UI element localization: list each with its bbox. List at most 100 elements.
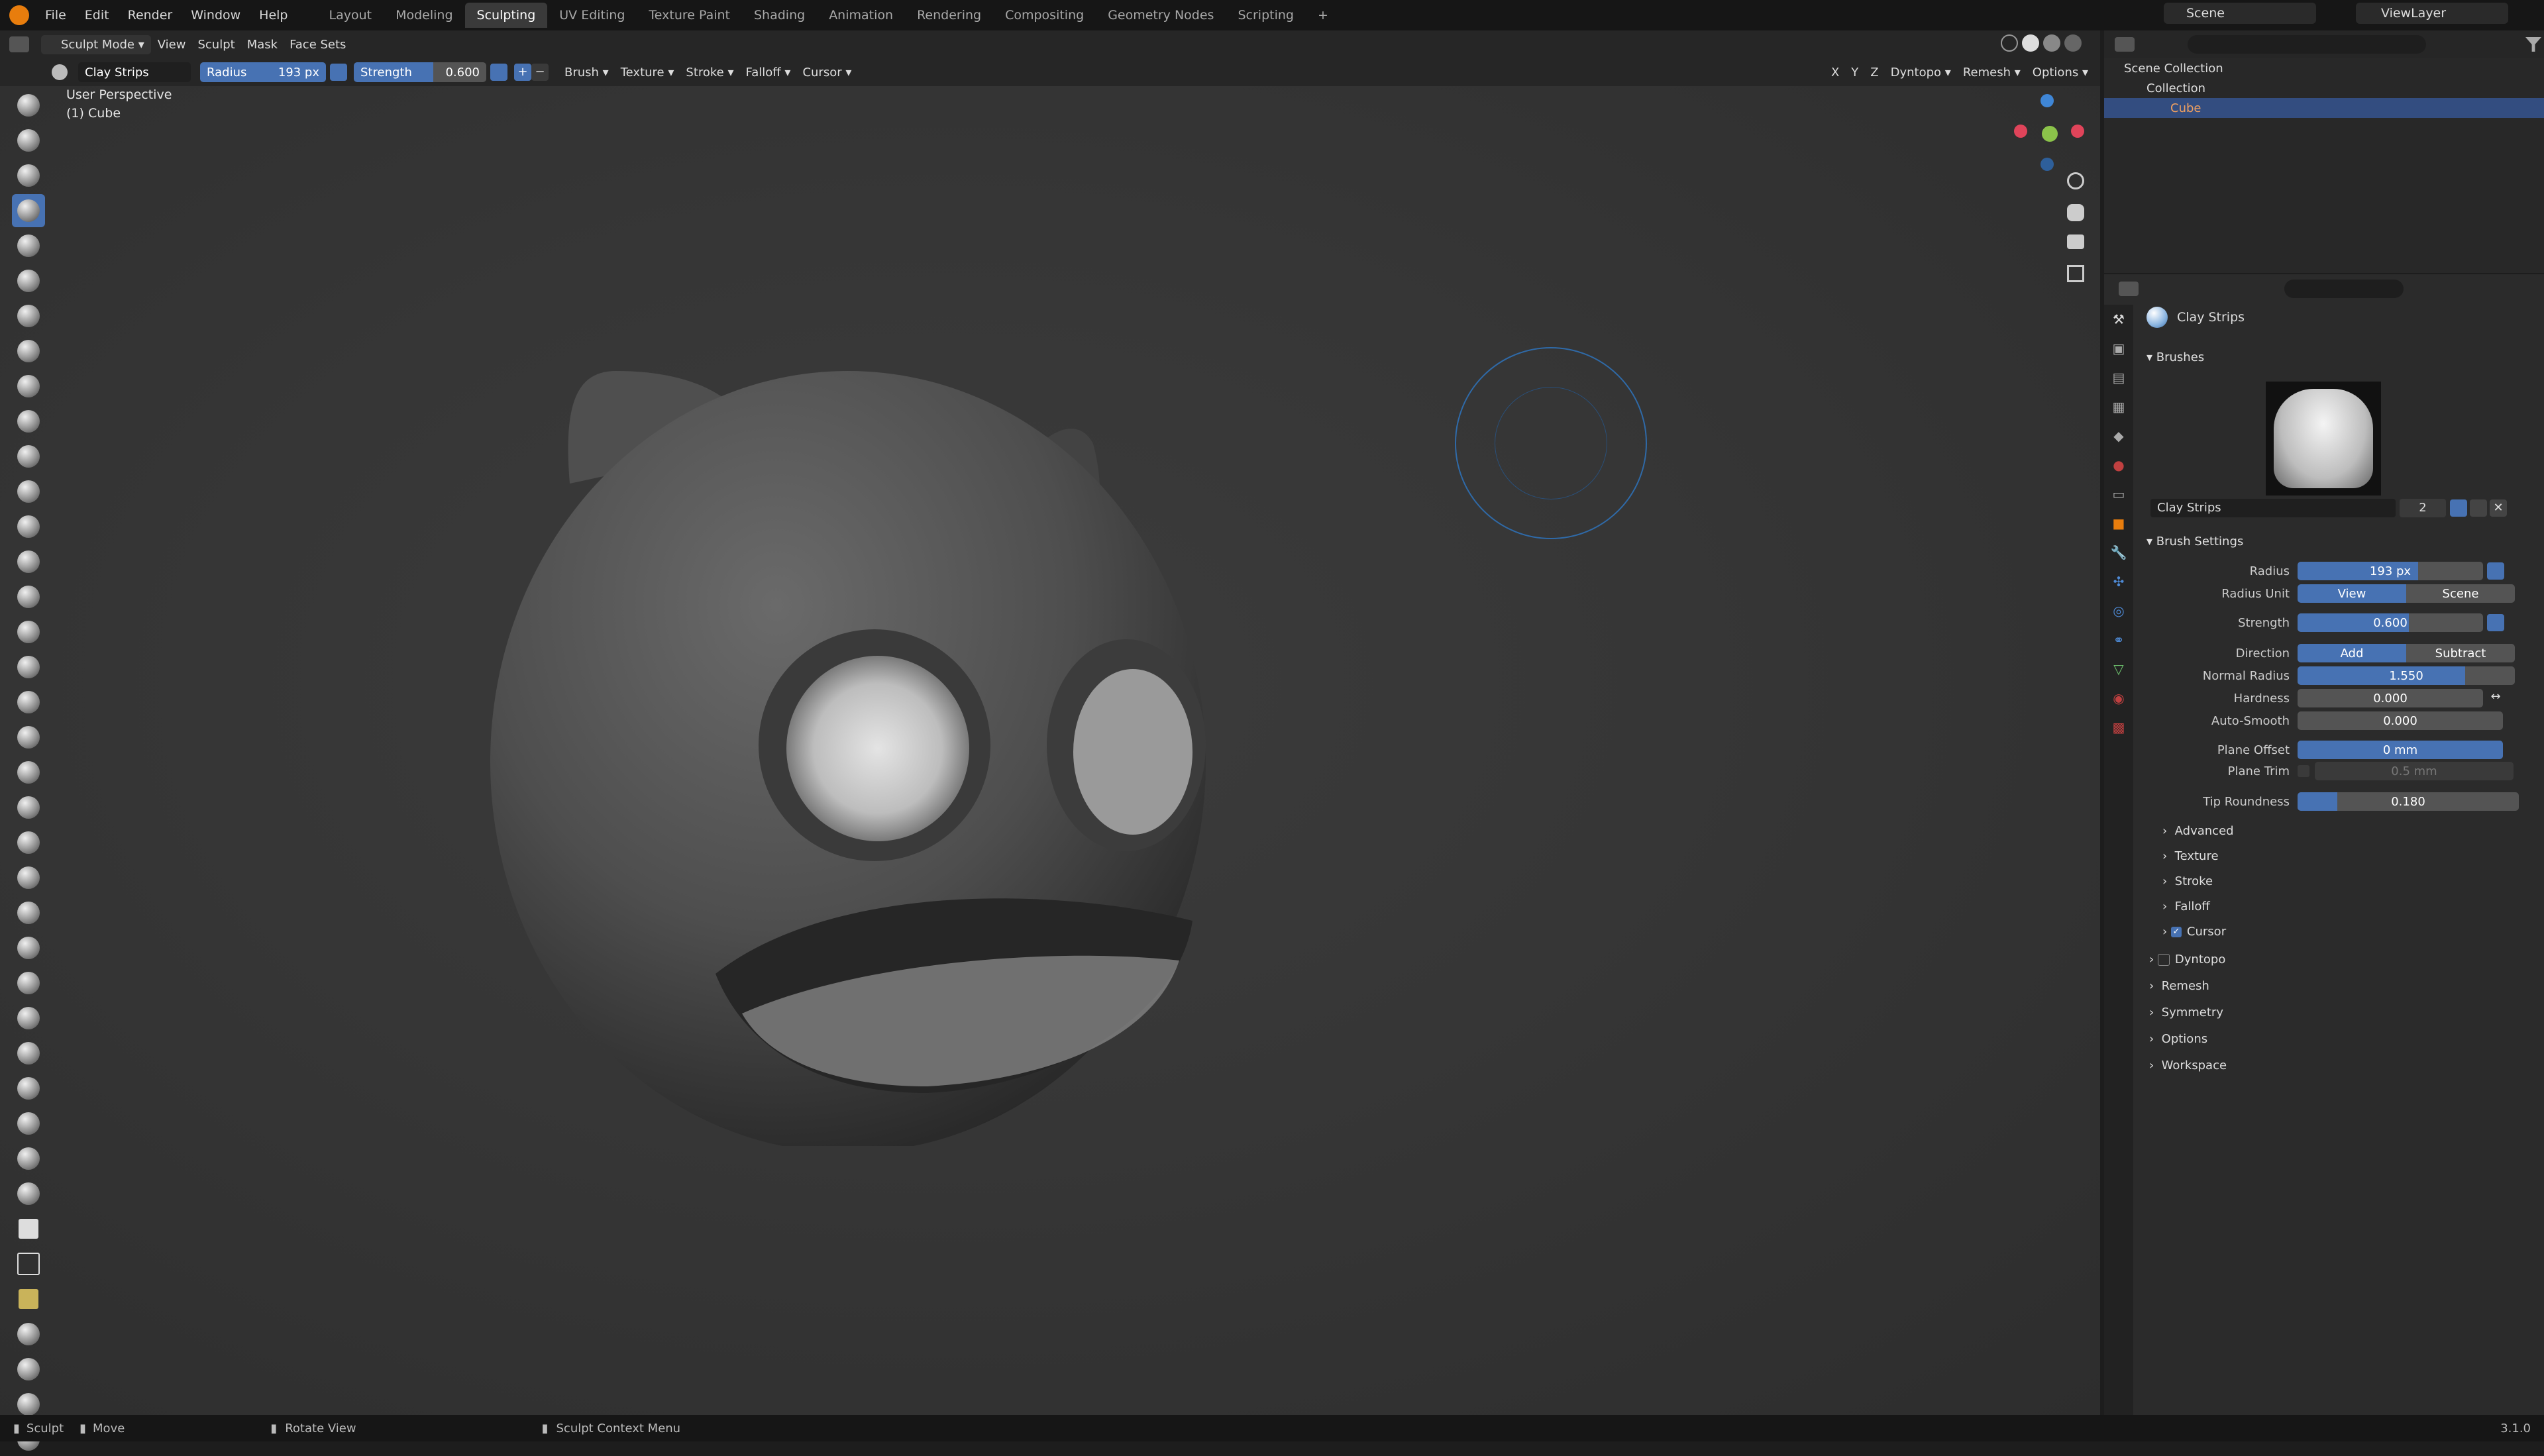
hardness-invert-icon[interactable]: ↔ bbox=[2487, 690, 2504, 707]
workspace-panel[interactable]: › Workspace bbox=[2149, 1059, 2227, 1072]
menu-file[interactable]: File bbox=[36, 8, 76, 23]
tab-sculpting[interactable]: Sculpting bbox=[464, 3, 548, 28]
menu-window[interactable]: Window bbox=[182, 8, 250, 23]
auto-smooth-slider[interactable]: 0.000 bbox=[2298, 711, 2503, 730]
gizmo-z-icon[interactable] bbox=[2040, 94, 2054, 107]
cloth-tool[interactable] bbox=[12, 931, 45, 964]
texture-tab-icon[interactable]: ▩ bbox=[2104, 713, 2133, 742]
radius-unit-scene-button[interactable]: Scene bbox=[2406, 584, 2515, 603]
crease-tool[interactable] bbox=[12, 370, 45, 403]
symmetry-x-toggle[interactable]: X bbox=[1831, 66, 1839, 79]
edit-face-set-tool[interactable] bbox=[12, 1353, 45, 1386]
view-layer-tab-icon[interactable]: ▦ bbox=[2104, 392, 2133, 421]
outliner-scene-collection[interactable]: Scene Collection bbox=[2104, 58, 2544, 78]
strength-field[interactable]: Strength 0.600 bbox=[354, 62, 486, 82]
draw-sharp-tool[interactable] bbox=[12, 124, 45, 157]
menu-face-sets[interactable]: Face Sets bbox=[290, 38, 346, 52]
fill-tool[interactable] bbox=[12, 475, 45, 508]
grab-tool[interactable] bbox=[12, 615, 45, 649]
brush-settings-panel-header[interactable]: ▾ Brush Settings bbox=[2146, 529, 2243, 554]
brush-preview[interactable] bbox=[2266, 382, 2381, 495]
tab-animation[interactable]: Animation bbox=[817, 3, 905, 28]
properties-editor-icon[interactable] bbox=[2119, 282, 2139, 296]
plane-trim-field[interactable]: 0.5 mm bbox=[2315, 762, 2514, 780]
direction-subtract-button[interactable]: Subtract bbox=[2406, 644, 2515, 662]
brushes-panel-header[interactable]: ▾ Brushes bbox=[2146, 344, 2204, 370]
object-tab-icon[interactable]: ■ bbox=[2104, 509, 2133, 538]
dyntopo-dropdown[interactable]: Dyntopo ▾ bbox=[1891, 66, 1951, 79]
falloff-dropdown[interactable]: Falloff ▾ bbox=[746, 66, 791, 79]
material-tab-icon[interactable]: ◉ bbox=[2104, 684, 2133, 713]
options-dropdown[interactable]: Options ▾ bbox=[2033, 66, 2088, 79]
data-tab-icon[interactable]: ▽ bbox=[2104, 654, 2133, 684]
cursor-subpanel[interactable]: › ✓ Cursor bbox=[2162, 925, 2226, 939]
blender-logo-icon[interactable] bbox=[9, 5, 29, 25]
menu-sculpt[interactable]: Sculpt bbox=[197, 38, 235, 52]
brush-name-field[interactable]: Clay Strips bbox=[78, 62, 191, 82]
camera-icon[interactable] bbox=[2067, 234, 2084, 249]
remesh-panel[interactable]: › Remesh bbox=[2149, 979, 2209, 993]
dyntopo-checkbox[interactable] bbox=[2157, 953, 2170, 966]
smear-tool[interactable] bbox=[12, 1177, 45, 1210]
snake-hook-tool[interactable] bbox=[12, 686, 45, 719]
mask-tool[interactable] bbox=[12, 1002, 45, 1035]
add-workspace-button[interactable]: + bbox=[1306, 3, 1340, 28]
properties-search-field[interactable] bbox=[2284, 280, 2404, 298]
radius-unit-view-button[interactable]: View bbox=[2298, 584, 2406, 603]
symmetry-panel[interactable]: › Symmetry bbox=[2149, 1006, 2223, 1019]
radius-pressure-toggle-icon[interactable] bbox=[2487, 562, 2504, 580]
world-tab-icon[interactable]: ● bbox=[2104, 450, 2133, 480]
box-mask-tool[interactable] bbox=[12, 1212, 45, 1245]
layer-tool[interactable] bbox=[12, 264, 45, 297]
tab-geometry-nodes[interactable]: Geometry Nodes bbox=[1096, 3, 1226, 28]
collection-tab-icon[interactable]: ▭ bbox=[2104, 480, 2133, 509]
radius-field[interactable]: Radius 193 px bbox=[200, 62, 326, 82]
outliner-collection[interactable]: Collection bbox=[2104, 78, 2544, 98]
menu-mask[interactable]: Mask bbox=[247, 38, 278, 52]
strength-slider[interactable]: 0.600 bbox=[2298, 613, 2483, 632]
clay-tool[interactable] bbox=[12, 159, 45, 192]
grid-icon[interactable] bbox=[2067, 265, 2084, 282]
scene-selector[interactable]: Scene bbox=[2164, 3, 2316, 24]
multires-smear-tool[interactable] bbox=[12, 1107, 45, 1140]
render-tab-icon[interactable]: ▣ bbox=[2104, 334, 2133, 363]
strength-pressure-toggle-icon[interactable] bbox=[2487, 614, 2504, 631]
shading-buttons[interactable] bbox=[2001, 34, 2094, 54]
multires-displacement-tool[interactable] bbox=[12, 1072, 45, 1105]
brush-slot-name-field[interactable]: Clay Strips bbox=[2150, 499, 2396, 517]
slide-relax-tool[interactable] bbox=[12, 861, 45, 894]
tab-scripting[interactable]: Scripting bbox=[1226, 3, 1306, 28]
navigation-gizmo[interactable] bbox=[2007, 91, 2087, 178]
symmetry-z-toggle[interactable]: Z bbox=[1870, 66, 1878, 79]
gizmo-x-icon[interactable] bbox=[2014, 125, 2027, 138]
sculpt-model[interactable] bbox=[464, 272, 1232, 1146]
remesh-dropdown[interactable]: Remesh ▾ bbox=[1963, 66, 2021, 79]
options-panel[interactable]: › Options bbox=[2149, 1032, 2207, 1046]
texture-subpanel[interactable]: › Texture bbox=[2162, 849, 2219, 863]
flatten-tool[interactable] bbox=[12, 440, 45, 473]
draw-brush-tool[interactable] bbox=[12, 89, 45, 122]
unlink-brush-icon[interactable]: ✕ bbox=[2490, 499, 2507, 517]
tab-compositing[interactable]: Compositing bbox=[993, 3, 1096, 28]
modifier-tab-icon[interactable]: 🔧 bbox=[2104, 538, 2133, 567]
advanced-subpanel[interactable]: › Advanced bbox=[2162, 824, 2234, 838]
pan-hand-icon[interactable] bbox=[2067, 204, 2084, 221]
duplicate-brush-icon[interactable] bbox=[2470, 499, 2487, 517]
stroke-subpanel[interactable]: › Stroke bbox=[2162, 874, 2213, 888]
tab-rendering[interactable]: Rendering bbox=[905, 3, 993, 28]
output-tab-icon[interactable]: ▤ bbox=[2104, 363, 2133, 392]
multiplane-scrape-tool[interactable] bbox=[12, 545, 45, 578]
box-face-set-tool[interactable] bbox=[12, 1282, 45, 1316]
outliner-search-field[interactable] bbox=[2188, 35, 2426, 54]
direction-add-button[interactable]: Add bbox=[2298, 644, 2406, 662]
rendered-shading-icon[interactable] bbox=[2064, 34, 2082, 52]
inflate-tool[interactable] bbox=[12, 299, 45, 333]
tab-layout[interactable]: Layout bbox=[317, 3, 384, 28]
material-shading-icon[interactable] bbox=[2043, 34, 2060, 52]
physics-tab-icon[interactable]: ◎ bbox=[2104, 596, 2133, 625]
filter-icon[interactable] bbox=[2525, 37, 2541, 52]
cursor-checkbox[interactable]: ✓ bbox=[2170, 926, 2182, 937]
fake-user-icon[interactable] bbox=[2450, 499, 2467, 517]
menu-edit[interactable]: Edit bbox=[76, 8, 119, 23]
draw-face-sets-tool[interactable] bbox=[12, 1037, 45, 1070]
